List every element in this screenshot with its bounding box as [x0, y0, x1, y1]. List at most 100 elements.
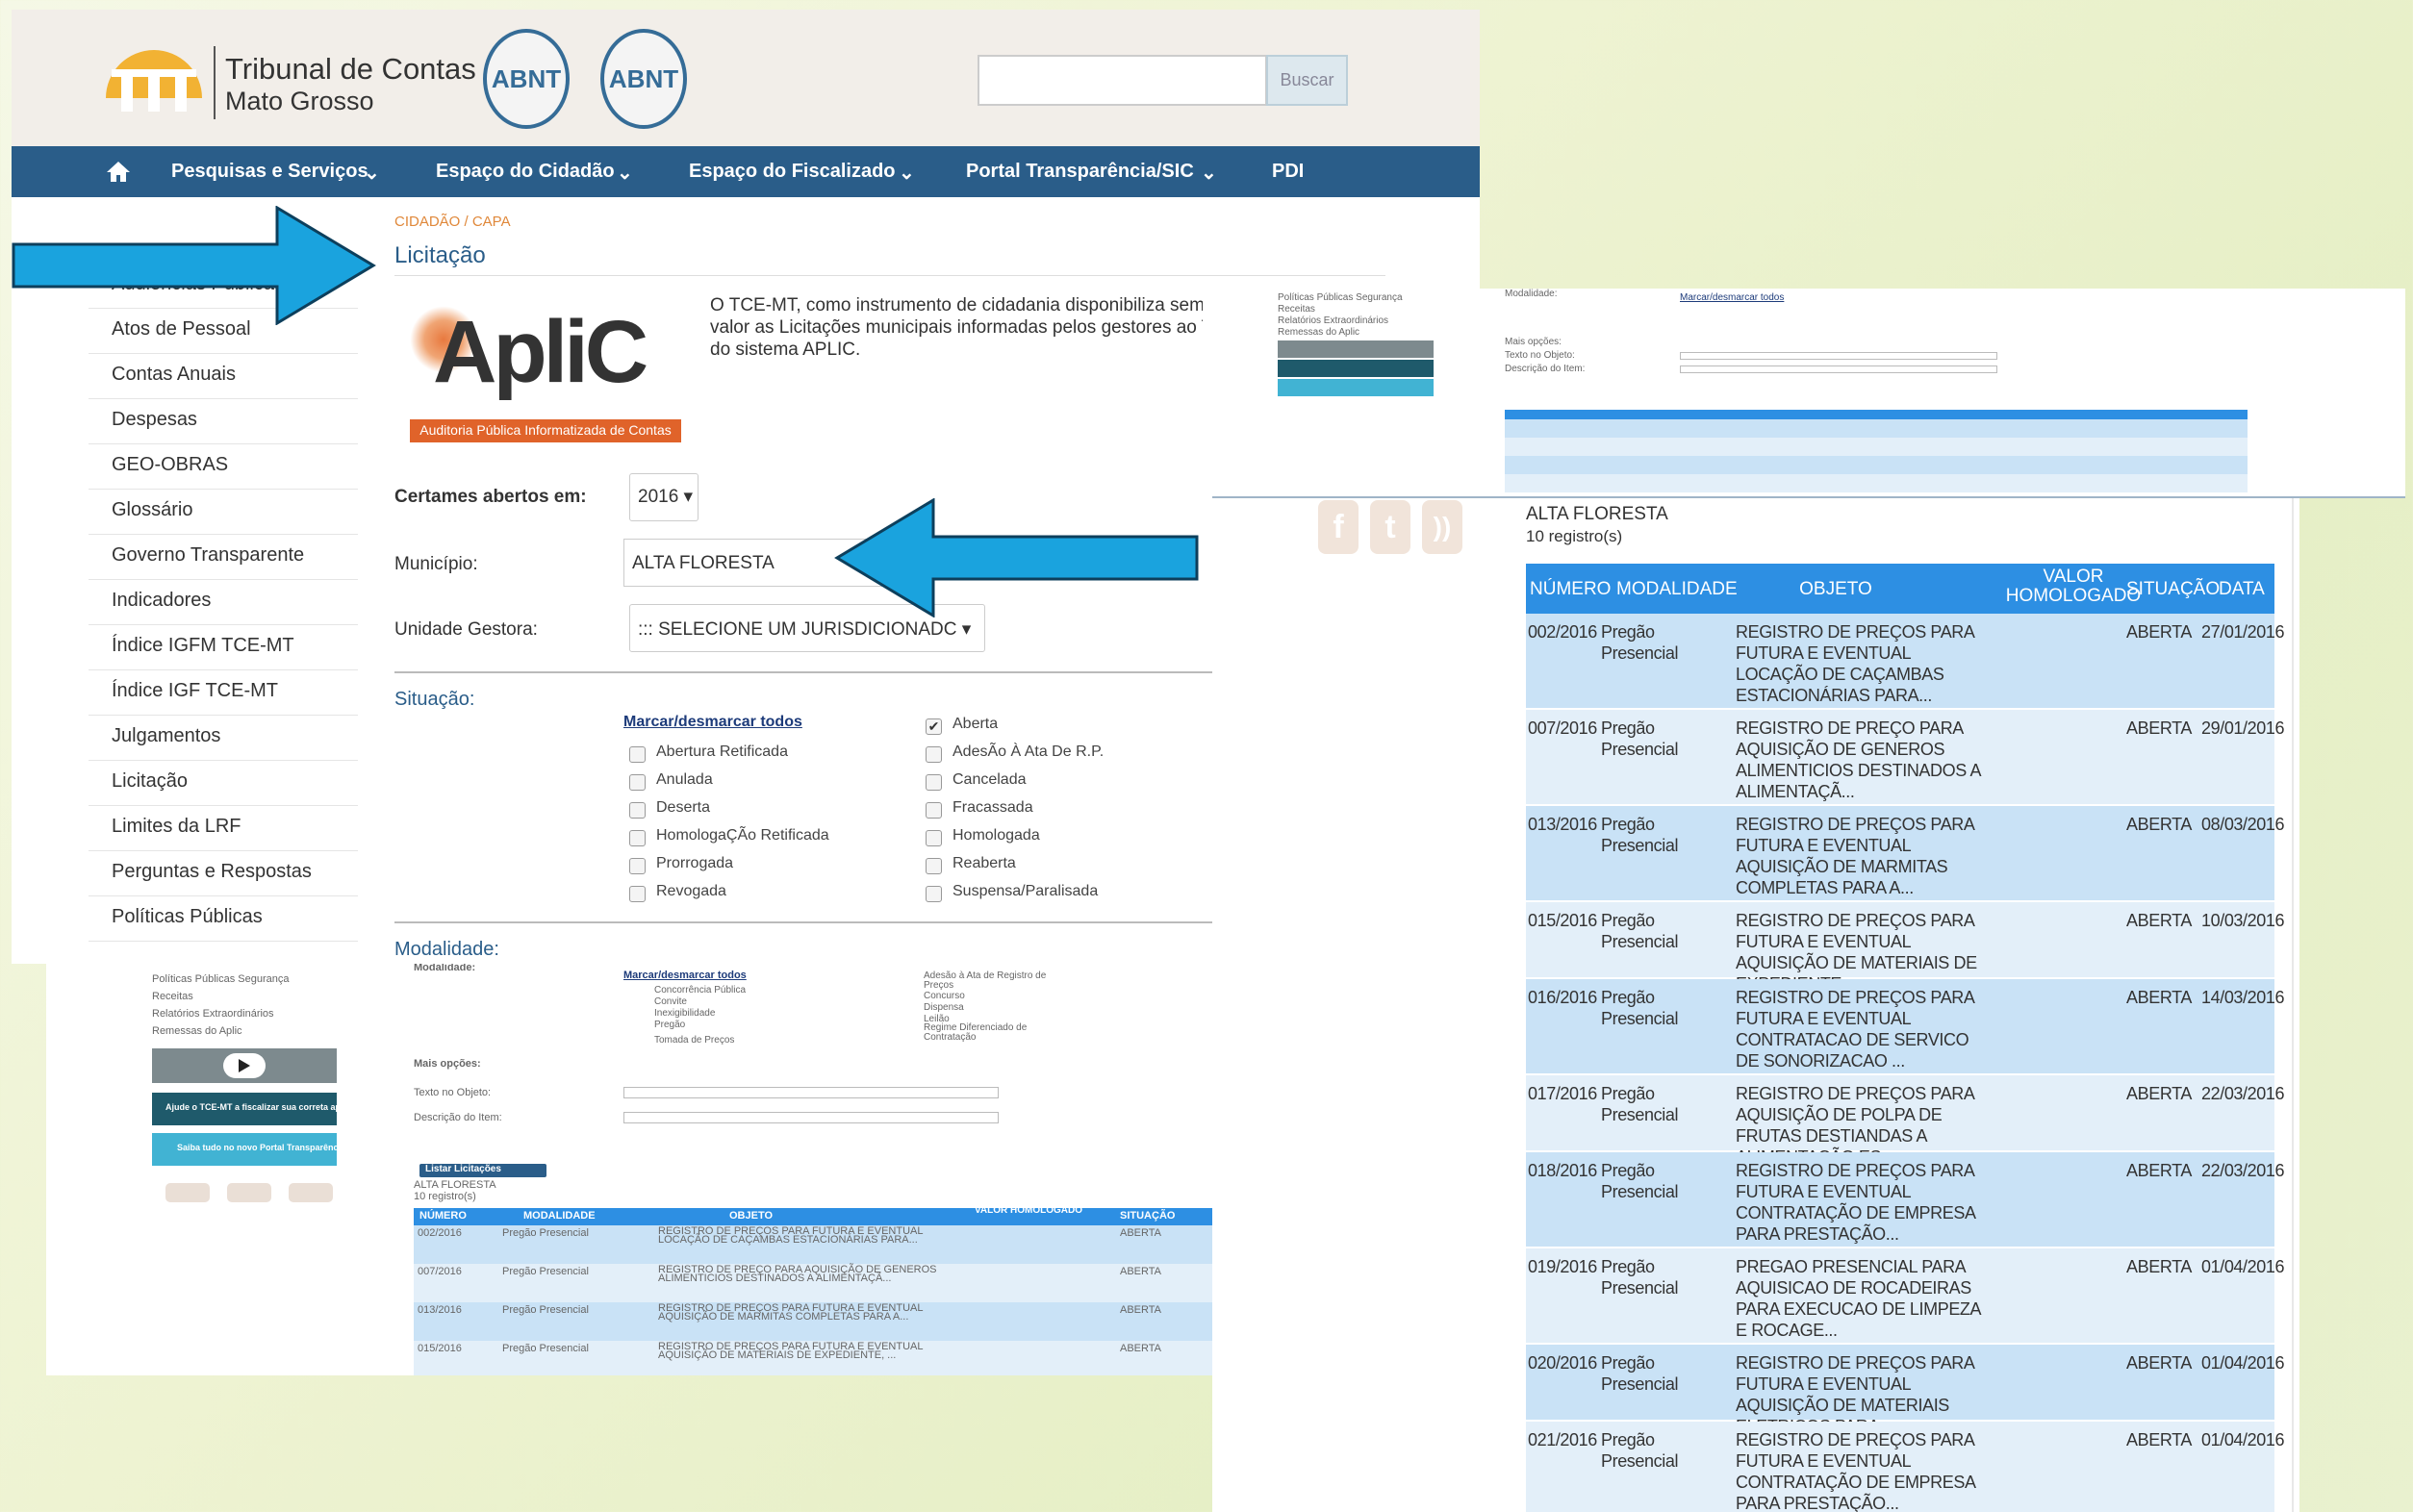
home-icon[interactable]: [106, 160, 131, 183]
year-select[interactable]: 2016 ▾: [629, 473, 698, 521]
nav-cidadao[interactable]: Espaço do Cidadão: [436, 161, 615, 183]
sidebar-item[interactable]: Políticas Públicas: [89, 896, 358, 942]
small-toggle-all[interactable]: Marcar/desmarcar todos: [623, 970, 747, 981]
listar-button[interactable]: Listar Licitações: [419, 1164, 546, 1177]
nav-fiscalizado[interactable]: Espaço do Fiscalizado: [689, 161, 896, 183]
descricao-item-label: Descrição do Item:: [414, 1112, 502, 1123]
checkbox-icon[interactable]: [926, 858, 942, 874]
checkbox-checked-icon[interactable]: ✔: [926, 718, 942, 735]
nav-transparencia[interactable]: Portal Transparência/SIC: [966, 161, 1194, 183]
twitter-icon[interactable]: t: [1370, 500, 1410, 554]
cell-numero: 002/2016: [1528, 622, 1597, 642]
mini-video[interactable]: [1278, 340, 1434, 358]
cell-numero: 013/2016: [1528, 815, 1597, 834]
cell-numero: 020/2016: [1528, 1353, 1597, 1373]
col-numero[interactable]: NÚMERO: [1530, 579, 1611, 600]
sidebar-item[interactable]: Perguntas e Respostas: [89, 851, 358, 896]
descricao-item-input[interactable]: [623, 1112, 999, 1123]
sidebar-item[interactable]: Contas Anuais: [89, 354, 358, 399]
nav-pesquisas[interactable]: Pesquisas e Serviços: [171, 161, 368, 183]
video-thumbnail[interactable]: [152, 1048, 337, 1083]
facebook-icon[interactable]: f: [1318, 500, 1359, 554]
sidebar-item[interactable]: Índice IGFM TCE-MT: [89, 625, 358, 670]
mini-texto-input[interactable]: [1680, 352, 1997, 360]
toggle-all-link[interactable]: Marcar/desmarcar todos: [623, 714, 802, 731]
sidebar-item[interactable]: Governo Transparente: [89, 535, 358, 580]
cell-modalidade: Pregão Presencial: [1601, 622, 1679, 663]
small-table-row[interactable]: 002/2016 Pregão Presencial REGISTRO DE P…: [414, 1225, 1212, 1264]
cell-data: 27/01/2016: [2201, 622, 2285, 642]
sidebar-item[interactable]: GEO-OBRAS: [89, 444, 358, 490]
rss-icon[interactable]: [289, 1183, 333, 1202]
checkbox-icon[interactable]: [629, 746, 646, 763]
table-row[interactable]: 007/2016 Pregão Presencial REGISTRO DE PRE…: [1526, 710, 2284, 804]
small-menu-item[interactable]: Relatórios Extraordinários: [152, 1008, 274, 1020]
sidebar-item[interactable]: Índice IGF TCE-MT: [89, 670, 358, 716]
nav-pdi[interactable]: PDI: [1272, 161, 1304, 183]
cell-numero: 007/2016: [1528, 718, 1597, 738]
facebook-icon[interactable]: [165, 1183, 210, 1202]
cell-situacao: ABERTA: [2126, 815, 2192, 834]
small-table-row[interactable]: 013/2016 Pregão Presencial REGISTRO DE P…: [414, 1302, 1212, 1341]
aplic-logo[interactable]: ApliC Auditoria Pública Informatizada de…: [410, 296, 681, 450]
table-row[interactable]: 018/2016 Pregão Presencial REGISTRO DE PRE…: [1526, 1152, 2285, 1247]
mini-table-row[interactable]: [1505, 419, 2248, 438]
mini-toggle[interactable]: Marcar/desmarcar todos: [1680, 292, 1784, 303]
twitter-icon[interactable]: [227, 1183, 271, 1202]
aplic-wordmark: ApliC: [433, 303, 648, 401]
small-menu-item[interactable]: Políticas Públicas Segurança: [152, 973, 289, 985]
mini-descricao-input[interactable]: [1680, 365, 1997, 373]
checkbox-icon[interactable]: [926, 774, 942, 791]
search-button[interactable]: Buscar: [1266, 55, 1348, 106]
checkbox-icon[interactable]: [629, 802, 646, 819]
small-table-row[interactable]: 007/2016 Pregão Presencial REGISTRO DE P…: [414, 1264, 1212, 1302]
small-menu-item[interactable]: Receitas: [152, 991, 193, 1002]
banner-portal[interactable]: Saiba tudo no novo Portal Transparência: [152, 1133, 345, 1166]
mini-banner[interactable]: [1278, 379, 1434, 396]
checkbox-icon[interactable]: [629, 774, 646, 791]
table-row[interactable]: 020/2016 Pregão Presencial REGISTRO DE PRE…: [1526, 1345, 2284, 1436]
tce-logo[interactable]: [102, 31, 206, 119]
sidebar-item[interactable]: Despesas: [89, 399, 358, 444]
col-modalidade[interactable]: MODALIDADE: [1616, 579, 1738, 600]
cell-data: 22/03/2016: [2201, 1161, 2285, 1180]
col-situacao[interactable]: SITUAÇÃO: [2126, 579, 2220, 600]
table-row[interactable]: 021/2016 Pregão Presencial REGISTRO DE PRE…: [1526, 1422, 2284, 1512]
checkbox-icon[interactable]: [926, 802, 942, 819]
sidebar-item[interactable]: Limites da LRF: [89, 806, 358, 851]
table-row[interactable]: 015/2016 Pregão Presencial REGISTRO DE PRE…: [1526, 902, 2284, 994]
sidebar-item[interactable]: Licitação: [89, 761, 358, 806]
col-objeto[interactable]: OBJETO: [1772, 579, 1899, 600]
sidebar-item[interactable]: Glossário: [89, 490, 358, 535]
table-row[interactable]: 017/2016 Pregão Presencial REGISTRO DE PRE…: [1526, 1075, 2284, 1167]
texto-objeto-input[interactable]: [623, 1087, 999, 1098]
mini-table-row[interactable]: [1505, 456, 2248, 474]
checkbox-icon[interactable]: [926, 886, 942, 902]
checkbox-icon[interactable]: [926, 830, 942, 846]
checkbox-icon[interactable]: [629, 830, 646, 846]
col-data[interactable]: DATA: [2219, 579, 2265, 600]
sidebar-item[interactable]: Indicadores: [89, 580, 358, 625]
cell-numero: 018/2016: [1528, 1161, 1597, 1180]
search-input[interactable]: [978, 55, 1267, 106]
table-row[interactable]: 016/2016 Pregão Presencial REGISTRO DE PRE…: [1526, 979, 2284, 1073]
small-table-row[interactable]: 015/2016 Pregão Presencial REGISTRO DE P…: [414, 1341, 1212, 1375]
mini-banner[interactable]: [1278, 360, 1434, 377]
table-row[interactable]: 002/2016 Pregão Presencial REGISTRO DE PRE…: [1526, 614, 2285, 708]
banner-fiscalizar[interactable]: Ajude o TCE-MT a fiscalizar sua correta …: [152, 1093, 370, 1125]
sidebar-item[interactable]: Julgamentos: [89, 716, 358, 761]
table-row[interactable]: 019/2016 Pregão Presencial PREGAO PRESENCI…: [1526, 1248, 2284, 1343]
checkbox-icon[interactable]: [926, 746, 942, 763]
mini-table-row[interactable]: [1505, 474, 2248, 492]
breadcrumb[interactable]: CIDADÃO / CAPA: [394, 214, 511, 230]
chevron-down-icon: ⌄: [617, 163, 633, 184]
rss-icon[interactable]: )): [1422, 500, 1462, 554]
checkbox-icon[interactable]: [629, 886, 646, 902]
checkbox-icon[interactable]: [629, 858, 646, 874]
table-row[interactable]: 013/2016 Pregão Presencial REGISTRO DE PRE…: [1526, 806, 2284, 900]
main-nav: Pesquisas e Serviços ⌄ Espaço do Cidadão…: [12, 146, 1480, 197]
mini-table-row[interactable]: [1505, 438, 2248, 456]
cell-numero: 019/2016: [1528, 1257, 1597, 1276]
cell-situacao: ABERTA: [2126, 1084, 2192, 1103]
small-menu-item[interactable]: Remessas do Aplic: [152, 1025, 242, 1037]
